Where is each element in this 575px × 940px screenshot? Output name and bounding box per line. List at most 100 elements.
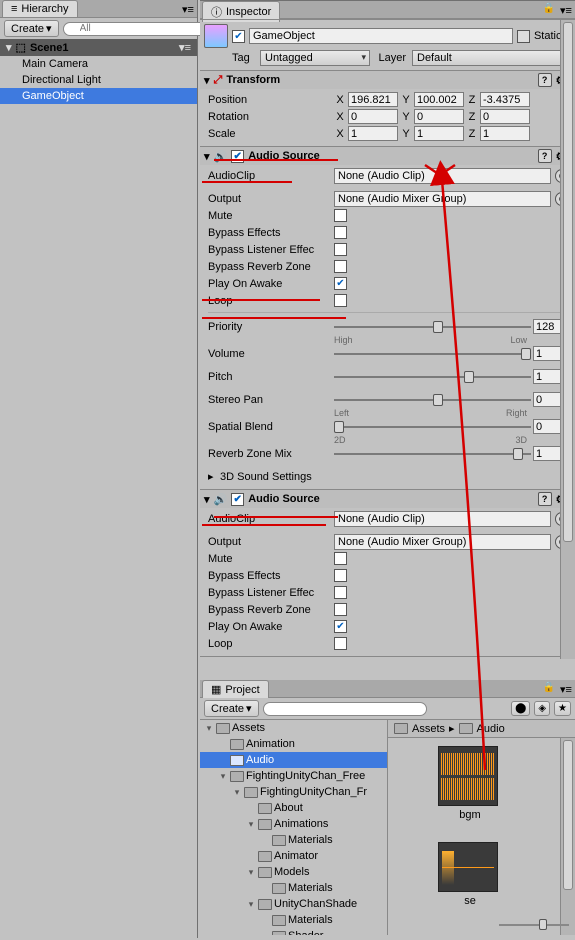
help-icon[interactable]: ? [538,492,552,506]
audio-header-2[interactable]: ▾ 🔊 ✔ Audio Source ?⚙▾ [200,490,575,508]
favorite-icon[interactable]: ★ [554,701,571,716]
filter-label-icon[interactable]: ◈ [534,701,550,716]
tree-item[interactable]: Materials [200,912,387,928]
output-field[interactable]: None (Audio Mixer Group) [334,534,551,550]
audioclip-field[interactable]: None (Audio Clip) [334,168,551,184]
lock-icon[interactable]: 🔒 [543,682,555,693]
thumbnail-size-slider[interactable] [499,919,569,931]
fold-icon[interactable]: ▾ [218,771,228,782]
tree-item[interactable]: About [200,800,387,816]
fold-icon[interactable]: ▾ [232,787,242,798]
tree-item[interactable]: Materials [200,880,387,896]
position-y-field[interactable] [414,92,464,107]
fold-icon[interactable]: ▾ [204,493,210,506]
tree-item[interactable]: ▾FightingUnityChan_Fr [200,784,387,800]
asset-se[interactable]: se [438,842,502,907]
lock-icon[interactable]: 🔒 [543,3,555,14]
project-create-button[interactable]: Create ▾ [204,700,259,717]
transform-header[interactable]: ▾ ⤢ Transform ?⚙▾ [200,71,575,89]
project-search-input[interactable] [263,702,427,716]
breadcrumb-part[interactable]: Assets [412,723,445,735]
position-z-field[interactable] [480,92,530,107]
position-x-field[interactable] [348,92,398,107]
mute-checkbox[interactable] [334,552,347,565]
tree-item[interactable]: Animator [200,848,387,864]
hierarchy-item[interactable]: Directional Light [0,72,197,88]
audioclip-field[interactable]: None (Audio Clip) [334,511,551,527]
fold-icon[interactable]: ▾ [246,899,256,910]
hierarchy-item[interactable]: Main Camera [0,56,197,72]
output-field[interactable]: None (Audio Mixer Group) [334,191,551,207]
filter-type-icon[interactable]: ⬤ [511,701,530,716]
play-awake-checkbox[interactable]: ✔ [334,277,347,290]
scene-menu-icon[interactable]: ▾≡ [179,41,191,54]
hierarchy-create-button[interactable]: Create ▾ [4,20,59,37]
3d-sound-label[interactable]: 3D Sound Settings [220,471,312,483]
gameobject-icon[interactable] [204,24,228,48]
tree-item[interactable]: ▾Models [200,864,387,880]
inspector-options-icon[interactable]: ▾≡ [559,3,573,17]
rotation-x-field[interactable] [348,109,398,124]
bypass-effects-checkbox[interactable] [334,226,347,239]
layer-dropdown[interactable]: Default [412,50,571,66]
component-enable-checkbox[interactable]: ✔ [231,150,244,163]
breadcrumb[interactable]: Assets ▸ Audio [388,720,575,738]
inspector-scrollbar[interactable] [560,20,575,659]
fold-icon[interactable]: ▾ [204,74,210,87]
tree-item[interactable]: ▾FightingUnityChan_Free [200,768,387,784]
project-grid-scrollbar[interactable] [560,738,575,935]
hierarchy-item-selected[interactable]: GameObject [0,88,197,104]
hierarchy-tab[interactable]: ≡ Hierarchy [2,0,78,17]
volume-slider[interactable] [334,347,531,361]
tree-item-label: Materials [288,882,333,894]
help-icon[interactable]: ? [538,149,552,163]
fold-icon[interactable]: ▾ [246,819,256,830]
bypass-listener-checkbox[interactable] [334,586,347,599]
scale-x-field[interactable] [348,126,398,141]
bypass-reverb-checkbox[interactable] [334,603,347,616]
reverbmix-slider[interactable] [334,447,531,461]
component-enable-checkbox[interactable]: ✔ [231,493,244,506]
loop-checkbox[interactable] [334,294,347,307]
tree-item[interactable]: Materials [200,832,387,848]
scale-y-field[interactable] [414,126,464,141]
priority-slider[interactable] [334,320,531,334]
tree-item[interactable]: ▾Assets [200,720,387,736]
mute-checkbox[interactable] [334,209,347,222]
play-awake-checkbox[interactable]: ✔ [334,620,347,633]
rotation-z-field[interactable] [480,109,530,124]
audio-header-1[interactable]: ▾ 🔊 ✔ Audio Source ?⚙▾ [200,147,575,165]
tree-item-label: UnityChanShade [274,898,357,910]
breadcrumb-part[interactable]: Audio [477,723,505,735]
active-checkbox[interactable]: ✔ [232,30,245,43]
gameobject-name-field[interactable] [249,28,513,44]
tag-dropdown[interactable]: Untagged [260,50,370,66]
tree-item[interactable]: Audio [200,752,387,768]
scale-z-field[interactable] [480,126,530,141]
help-icon[interactable]: ? [538,73,552,87]
scene-header[interactable]: ▾ ⬚ Scene1 ▾≡ [0,39,197,56]
bypass-effects-checkbox[interactable] [334,569,347,582]
spatial-slider[interactable] [334,420,531,434]
hierarchy-options-icon[interactable]: ▾≡ [181,2,195,16]
loop-checkbox[interactable] [334,637,347,650]
folder-icon [272,835,286,846]
stereopan-slider[interactable] [334,393,531,407]
bypass-reverb-checkbox[interactable] [334,260,347,273]
pitch-slider[interactable] [334,370,531,384]
rotation-y-field[interactable] [414,109,464,124]
tree-item[interactable]: Shader [200,928,387,935]
fold-icon[interactable]: ▾ [6,41,12,54]
tree-item[interactable]: ▾Animations [200,816,387,832]
fold-icon[interactable]: ▾ [204,723,214,734]
bypass-listener-checkbox[interactable] [334,243,347,256]
static-checkbox[interactable] [517,30,530,43]
fold-icon[interactable]: ▸ [208,470,218,483]
fold-icon[interactable]: ▾ [204,150,210,163]
asset-bgm[interactable]: bgm [438,746,502,821]
tree-item[interactable]: Animation [200,736,387,752]
fold-icon[interactable]: ▾ [246,867,256,878]
project-tab[interactable]: ▦ Project [202,680,269,698]
tree-item[interactable]: ▾ UnityChanShade [200,896,387,912]
project-options-icon[interactable]: ▾≡ [559,682,573,696]
